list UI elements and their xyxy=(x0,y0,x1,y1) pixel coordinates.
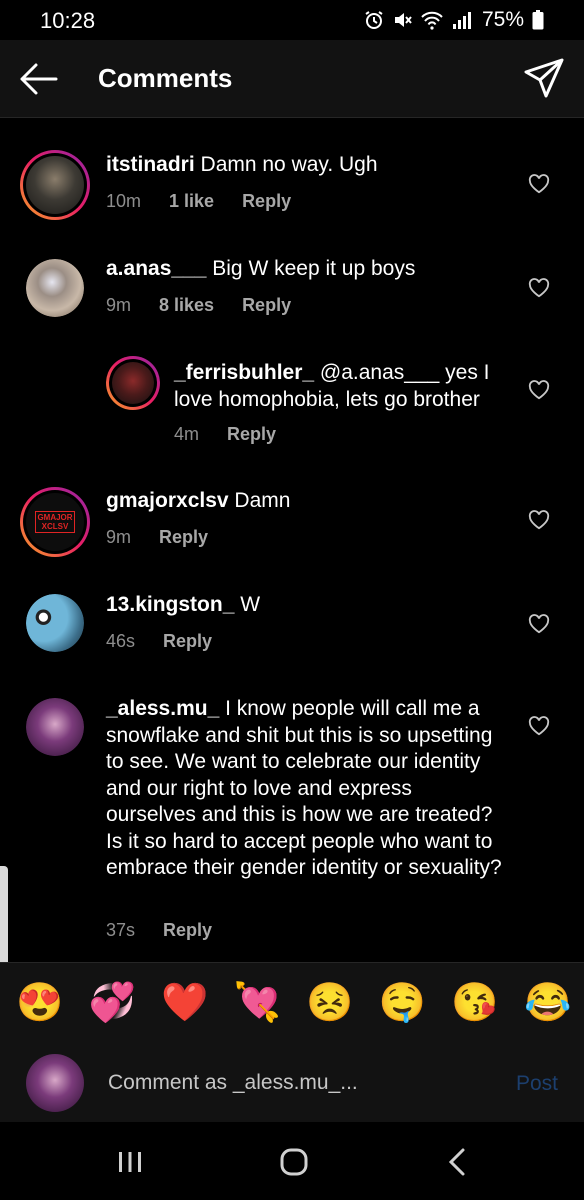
comment-meta: 9m 8 likes Reply xyxy=(106,295,291,316)
heart-icon[interactable] xyxy=(528,614,550,634)
reply-button[interactable]: Reply xyxy=(163,920,212,941)
avatar[interactable] xyxy=(26,594,84,652)
comment-item: 13.kingston_ W 46s Reply xyxy=(0,588,584,684)
emoji-persevering-button[interactable]: 😣 xyxy=(306,981,353,1025)
reply-comment-item: _ferrisbuhler_ @a.anas___ yes I love hom… xyxy=(0,354,584,464)
arrow-left-icon[interactable] xyxy=(16,57,60,101)
heart-icon[interactable] xyxy=(528,380,550,400)
emoji-revolving-hearts-button[interactable]: 💞 xyxy=(89,981,136,1025)
post-button[interactable]: Post xyxy=(516,1072,558,1096)
wifi-icon xyxy=(421,11,443,30)
comment-text: W xyxy=(234,593,261,616)
reply-button[interactable]: Reply xyxy=(242,295,291,316)
comment-item: a.anas___ Big W keep it up boys 9m 8 lik… xyxy=(0,252,584,348)
page-title: Comments xyxy=(98,63,233,93)
battery-percent: 75% xyxy=(481,8,524,31)
comment-text: Damn no way. Ugh xyxy=(194,153,378,176)
comment-time: 9m xyxy=(106,527,132,547)
comment-meta: 37s Reply xyxy=(106,920,212,941)
comment-time: 46s xyxy=(106,631,136,651)
heart-icon[interactable] xyxy=(528,716,550,736)
emoji-red-heart-button[interactable]: ❤️ xyxy=(161,981,208,1025)
heart-icon[interactable] xyxy=(528,278,550,298)
avatar[interactable]: GMAJOR XCLSV xyxy=(20,487,90,557)
likes-link[interactable]: 8 likes xyxy=(159,295,214,316)
comment-time: 10m xyxy=(106,191,142,211)
emoji-drooling-button[interactable]: 🤤 xyxy=(379,981,426,1025)
status-time: 10:28 xyxy=(40,8,96,33)
comment-username[interactable]: itstinadri xyxy=(106,153,195,176)
avatar[interactable] xyxy=(26,698,84,756)
app-header: Comments xyxy=(0,40,584,118)
emoji-quick-bar: 😍 💞 ❤️ 💘 😣 🤤 😘 😂 xyxy=(0,962,584,1042)
signal-icon xyxy=(452,12,471,29)
avatar-logo-text: GMAJOR XCLSV xyxy=(35,511,75,533)
comment-username[interactable]: a.anas___ xyxy=(106,257,206,280)
comment-text: I know people will call me a snowflake a… xyxy=(106,697,502,879)
recent-apps-icon[interactable] xyxy=(110,1144,150,1180)
comment-username[interactable]: gmajorxclsv xyxy=(106,489,229,512)
comment-username[interactable]: _ferrisbuhler_ xyxy=(174,361,314,384)
comment-item: itstinadri Damn no way. Ugh 10m 1 like R… xyxy=(0,148,584,244)
comment-meta: 4m Reply xyxy=(174,424,276,445)
emoji-kiss-button[interactable]: 😘 xyxy=(451,981,498,1025)
back-nav-icon[interactable] xyxy=(438,1144,478,1180)
comment-time: 37s xyxy=(106,920,136,940)
mute-icon xyxy=(394,13,412,27)
comment-item: GMAJOR XCLSV gmajorxclsv Damn 9m Reply xyxy=(0,484,584,580)
comment-time: 4m xyxy=(174,424,200,444)
comment-meta: 46s Reply xyxy=(106,631,212,652)
reply-button[interactable]: Reply xyxy=(227,424,276,445)
emoji-heart-eyes-button[interactable]: 😍 xyxy=(16,981,63,1025)
home-icon[interactable] xyxy=(274,1144,314,1180)
comment-username[interactable]: _aless.mu_ xyxy=(106,697,219,720)
likes-link[interactable]: 1 like xyxy=(169,191,214,212)
comment-text: Big W keep it up boys xyxy=(206,257,416,280)
alarm-icon xyxy=(365,11,383,29)
comment-text: Damn xyxy=(228,489,291,512)
status-icons: 75% xyxy=(364,8,544,32)
comment-item: _aless.mu_ I know people will call me a … xyxy=(0,692,584,962)
comment-meta: 9m Reply xyxy=(106,527,208,548)
avatar[interactable] xyxy=(20,150,90,220)
reply-button[interactable]: Reply xyxy=(159,527,208,548)
avatar[interactable] xyxy=(106,356,160,410)
avatar[interactable] xyxy=(26,259,84,317)
status-bar: 10:28 75% xyxy=(0,0,584,40)
heart-icon[interactable] xyxy=(528,510,550,530)
send-icon[interactable] xyxy=(522,56,566,100)
heart-icon[interactable] xyxy=(528,174,550,194)
comment-input[interactable] xyxy=(108,1066,488,1100)
comments-list[interactable]: itstinadri Damn no way. Ugh 10m 1 like R… xyxy=(0,130,584,962)
comment-composer: Post xyxy=(0,1042,584,1122)
avatar xyxy=(26,1054,84,1112)
reply-button[interactable]: Reply xyxy=(242,191,291,212)
emoji-heart-arrow-button[interactable]: 💘 xyxy=(234,981,281,1025)
reply-button[interactable]: Reply xyxy=(163,631,212,652)
battery-icon xyxy=(532,10,544,30)
comment-username[interactable]: 13.kingston_ xyxy=(106,593,234,616)
system-nav-bar xyxy=(0,1122,584,1200)
emoji-joy-button[interactable]: 😂 xyxy=(524,981,571,1025)
comment-meta: 10m 1 like Reply xyxy=(106,191,291,212)
comment-time: 9m xyxy=(106,295,132,315)
